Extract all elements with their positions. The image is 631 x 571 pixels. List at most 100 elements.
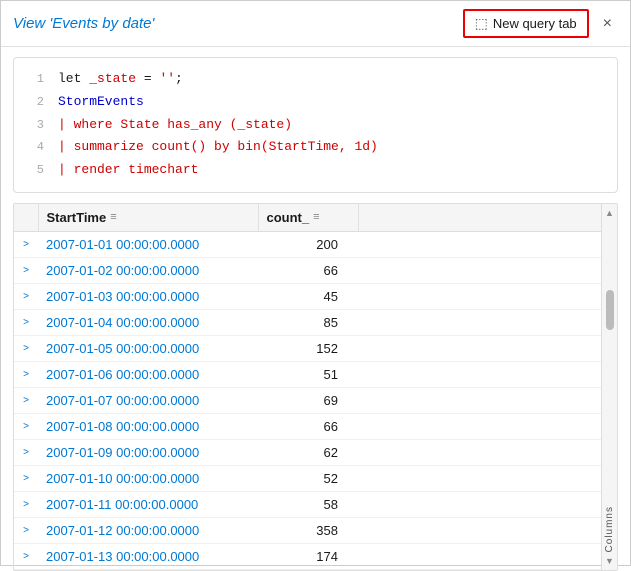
row-count-cell: 58 [258, 491, 358, 517]
row-rest-cell [358, 517, 617, 543]
row-starttime-cell: 2007-01-06 00:00:00.0000 [38, 361, 258, 387]
code-content-2: StormEvents [58, 92, 144, 113]
table-row[interactable]: >2007-01-05 00:00:00.0000152 [14, 335, 617, 361]
row-expand-cell[interactable]: > [14, 231, 38, 257]
table-row[interactable]: >2007-01-04 00:00:00.000085 [14, 309, 617, 335]
row-rest-cell [358, 413, 617, 439]
code-line-5: 5 | render timechart [14, 159, 617, 182]
row-count-cell: 66 [258, 257, 358, 283]
table-row[interactable]: >2007-01-01 00:00:00.0000200 [14, 231, 617, 257]
row-count-cell: 152 [258, 335, 358, 361]
code-line-2: 2 StormEvents [14, 91, 617, 114]
col-rest-header [358, 204, 617, 232]
row-expand-cell[interactable]: > [14, 335, 38, 361]
dialog-header: View 'Events by date' ⬚ New query tab × [1, 1, 630, 47]
line-number-3: 3 [24, 116, 44, 135]
table-row[interactable]: >2007-01-02 00:00:00.000066 [14, 257, 617, 283]
col-count-header: count_ ≡ [258, 204, 358, 232]
row-rest-cell [358, 387, 617, 413]
table-row[interactable]: >2007-01-12 00:00:00.0000358 [14, 517, 617, 543]
row-starttime-cell: 2007-01-02 00:00:00.0000 [38, 257, 258, 283]
row-starttime-cell: 2007-01-03 00:00:00.0000 [38, 283, 258, 309]
count-col-label: count_ [267, 210, 310, 225]
code-content-4: | summarize count() by bin(StartTime, 1d… [58, 137, 378, 158]
line-number-4: 4 [24, 138, 44, 157]
row-rest-cell [358, 257, 617, 283]
scroll-down-icon[interactable]: ▼ [605, 556, 614, 570]
row-count-cell: 62 [258, 439, 358, 465]
row-expand-cell[interactable]: > [14, 491, 38, 517]
row-rest-cell [358, 439, 617, 465]
line-number-5: 5 [24, 161, 44, 180]
line-number-1: 1 [24, 70, 44, 89]
code-line-4: 4 | summarize count() by bin(StartTime, … [14, 136, 617, 159]
table-row[interactable]: >2007-01-11 00:00:00.000058 [14, 491, 617, 517]
close-button[interactable]: × [597, 13, 618, 35]
row-rest-cell [358, 335, 617, 361]
starttime-col-menu-icon[interactable]: ≡ [110, 211, 116, 223]
row-rest-cell [358, 283, 617, 309]
table-row[interactable]: >2007-01-10 00:00:00.000052 [14, 465, 617, 491]
row-count-cell: 51 [258, 361, 358, 387]
table-row[interactable]: >2007-01-07 00:00:00.000069 [14, 387, 617, 413]
columns-label[interactable]: Columns [604, 506, 615, 552]
results-table: StartTime ≡ count_ ≡ >2007-01-01 00:00:0… [14, 204, 617, 570]
row-expand-cell[interactable]: > [14, 257, 38, 283]
row-starttime-cell: 2007-01-05 00:00:00.0000 [38, 335, 258, 361]
row-count-cell: 358 [258, 517, 358, 543]
scroll-thumb [606, 290, 614, 330]
code-line-1: 1 let _state = ''; [14, 68, 617, 91]
table-row[interactable]: >2007-01-03 00:00:00.000045 [14, 283, 617, 309]
row-expand-cell[interactable]: > [14, 517, 38, 543]
row-rest-cell [358, 491, 617, 517]
row-starttime-cell: 2007-01-08 00:00:00.0000 [38, 413, 258, 439]
row-starttime-cell: 2007-01-01 00:00:00.0000 [38, 231, 258, 257]
new-tab-icon: ⬚ [475, 15, 488, 32]
row-expand-cell[interactable]: > [14, 387, 38, 413]
count-col-menu-icon[interactable]: ≡ [313, 211, 319, 223]
row-starttime-cell: 2007-01-09 00:00:00.0000 [38, 439, 258, 465]
row-count-cell: 85 [258, 309, 358, 335]
row-expand-cell[interactable]: > [14, 413, 38, 439]
row-count-cell: 45 [258, 283, 358, 309]
row-expand-cell[interactable]: > [14, 439, 38, 465]
row-expand-cell[interactable]: > [14, 309, 38, 335]
code-content-5: | render timechart [58, 160, 198, 181]
new-query-tab-label: New query tab [493, 16, 577, 31]
line-number-2: 2 [24, 93, 44, 112]
results-table-container: StartTime ≡ count_ ≡ >2007-01-01 00:00:0… [13, 203, 618, 571]
scroll-track [602, 218, 617, 506]
row-count-cell: 200 [258, 231, 358, 257]
query-code-block: 1 let _state = ''; 2 StormEvents 3 | whe… [13, 57, 618, 193]
results-table-wrapper[interactable]: StartTime ≡ count_ ≡ >2007-01-01 00:00:0… [14, 204, 617, 570]
title-value: 'Events by date' [49, 15, 154, 32]
table-header-row: StartTime ≡ count_ ≡ [14, 204, 617, 232]
row-starttime-cell: 2007-01-11 00:00:00.0000 [38, 491, 258, 517]
row-expand-cell[interactable]: > [14, 465, 38, 491]
row-expand-cell[interactable]: > [14, 283, 38, 309]
code-line-3: 3 | where State has_any (_state) [14, 114, 617, 137]
table-row[interactable]: >2007-01-06 00:00:00.000051 [14, 361, 617, 387]
title-prefix: View [13, 15, 49, 32]
row-count-cell: 69 [258, 387, 358, 413]
code-content-3: | where State has_any (_state) [58, 115, 292, 136]
row-rest-cell [358, 361, 617, 387]
header-actions: ⬚ New query tab × [463, 9, 618, 38]
row-count-cell: 66 [258, 413, 358, 439]
row-rest-cell [358, 465, 617, 491]
row-rest-cell [358, 309, 617, 335]
row-starttime-cell: 2007-01-10 00:00:00.0000 [38, 465, 258, 491]
row-starttime-cell: 2007-01-04 00:00:00.0000 [38, 309, 258, 335]
starttime-col-label: StartTime [47, 210, 107, 225]
table-row[interactable]: >2007-01-09 00:00:00.000062 [14, 439, 617, 465]
row-expand-cell[interactable]: > [14, 361, 38, 387]
new-query-tab-button[interactable]: ⬚ New query tab [463, 9, 589, 38]
col-starttime-header: StartTime ≡ [38, 204, 258, 232]
row-starttime-cell: 2007-01-12 00:00:00.0000 [38, 517, 258, 543]
row-count-cell: 52 [258, 465, 358, 491]
table-row[interactable]: >2007-01-08 00:00:00.000066 [14, 413, 617, 439]
col-expand-header [14, 204, 38, 232]
scroll-up-icon[interactable]: ▲ [605, 204, 614, 218]
view-title: View 'Events by date' [13, 15, 154, 32]
row-rest-cell [358, 231, 617, 257]
